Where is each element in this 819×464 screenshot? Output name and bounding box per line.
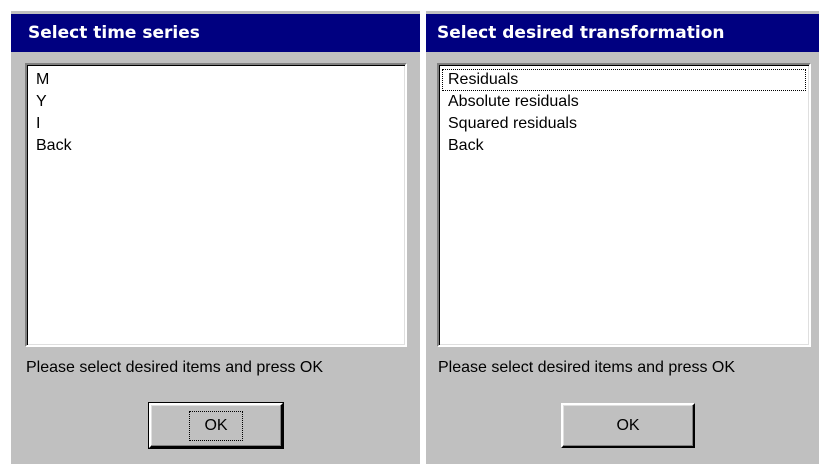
- list-item-i[interactable]: I: [30, 113, 402, 135]
- time-series-listbox[interactable]: M Y I Back: [25, 63, 407, 347]
- ok-button-label: OK: [616, 416, 640, 434]
- list-item-y[interactable]: Y: [30, 91, 402, 113]
- list-item-back[interactable]: Back: [442, 135, 806, 157]
- dialog-title: Select desired transformation: [426, 14, 819, 52]
- transformation-listbox[interactable]: Residuals Absolute residuals Squared res…: [437, 63, 811, 347]
- select-time-series-dialog: Select time series M Y I Back Please sel…: [11, 11, 420, 464]
- ok-button-label: OK: [189, 410, 243, 441]
- ok-button[interactable]: OK: [148, 402, 284, 449]
- list-item-m[interactable]: M: [30, 69, 402, 91]
- list-item-back[interactable]: Back: [30, 135, 402, 157]
- list-item-residuals[interactable]: Residuals: [442, 69, 806, 91]
- instruction-text: Please select desired items and press OK: [26, 359, 324, 376]
- list-item-absolute-residuals[interactable]: Absolute residuals: [442, 91, 806, 113]
- list-item-squared-residuals[interactable]: Squared residuals: [442, 113, 806, 135]
- instruction-text: Please select desired items and press OK: [438, 359, 736, 376]
- dialog-title: Select time series: [11, 14, 420, 52]
- select-transformation-dialog: Select desired transformation Residuals …: [426, 11, 819, 464]
- ok-button[interactable]: OK: [561, 403, 695, 448]
